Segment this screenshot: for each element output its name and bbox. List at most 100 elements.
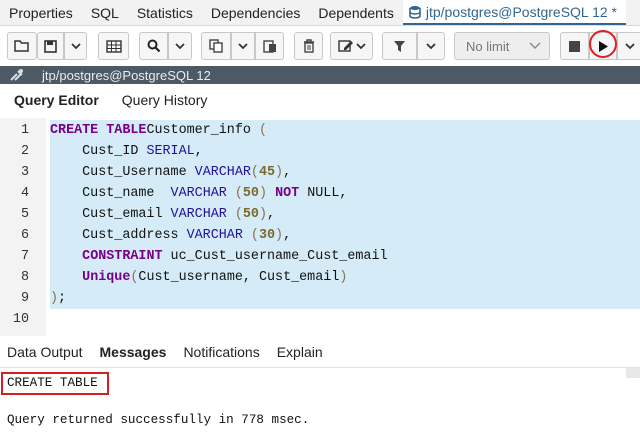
copy-dropdown-button[interactable] — [231, 32, 255, 60]
code-token: , — [283, 228, 292, 243]
code-token: ) — [275, 228, 284, 243]
connection-status-icon — [0, 66, 34, 84]
folder-open-icon — [14, 40, 29, 52]
save-button[interactable] — [37, 32, 64, 60]
code-token: 30 — [258, 228, 276, 243]
code-token: , — [194, 144, 203, 159]
tab-explain[interactable]: Explain — [270, 344, 333, 360]
filter-button[interactable] — [382, 32, 417, 60]
code-token: Customer_info — [146, 123, 259, 138]
line-number: 7 — [20, 249, 29, 264]
tab-query-history[interactable]: Query History — [108, 92, 217, 108]
connection-bar[interactable]: jtp/postgres@PostgreSQL 12 — [0, 66, 640, 84]
line-number: 9 — [20, 291, 29, 306]
find-button[interactable] — [139, 32, 168, 60]
stop-button[interactable] — [560, 32, 589, 60]
chevron-down-icon — [238, 42, 248, 49]
code-token: Cust_name — [50, 186, 171, 201]
filter-icon — [394, 40, 405, 52]
code-token: VARCHAR — [170, 207, 227, 222]
copy-button[interactable] — [201, 32, 231, 60]
code-line[interactable]: 7 CONSTRAINT uc_Cust_username_Cust_email — [0, 246, 640, 267]
code-token: ; — [58, 291, 67, 306]
execute-dropdown-button[interactable] — [617, 32, 640, 60]
message-status: Query returned successfully in 778 msec. — [7, 413, 310, 427]
chevron-down-icon — [175, 42, 185, 49]
code-token: ) — [50, 291, 59, 306]
tab-dependencies[interactable]: Dependencies — [202, 0, 310, 25]
code-line[interactable]: 8 Unique(Cust_username, Cust_email) — [0, 267, 640, 288]
code-line[interactable]: 1 CREATE TABLECustomer_info ( — [0, 120, 640, 141]
code-token: uc_Cust_username_Cust_email — [162, 249, 388, 264]
tab-messages[interactable]: Messages — [93, 344, 177, 360]
code-token: ( — [250, 228, 259, 243]
code-line[interactable]: 4 Cust_name VARCHAR (50) NOT NULL, — [0, 183, 640, 204]
open-file-button[interactable] — [7, 32, 37, 60]
panel-tab-bar: Properties SQL Statistics Dependencies D… — [0, 0, 640, 26]
code-text: CONSTRAINT uc_Cust_username_Cust_email — [50, 246, 640, 267]
code-token: VARCHAR — [186, 228, 243, 243]
code-line[interactable]: 3 Cust_Username VARCHAR(45), — [0, 162, 640, 183]
line-number: 2 — [20, 144, 29, 159]
row-limit-value: No limit — [466, 38, 510, 54]
edit-icon — [337, 40, 366, 52]
paste-icon — [262, 40, 276, 53]
row-limit-select[interactable]: No limit — [454, 32, 550, 60]
search-icon — [147, 39, 160, 53]
code-token: ( — [234, 186, 243, 201]
edit-menu-button[interactable] — [330, 32, 373, 60]
code-token: NULL, — [299, 186, 348, 201]
tab-label: Dependencies — [210, 4, 301, 21]
tab-label: Notifications — [183, 343, 260, 360]
line-number: 3 — [20, 165, 29, 180]
tab-notifications[interactable]: Notifications — [176, 344, 269, 360]
code-token: Unique — [82, 270, 131, 285]
tab-label: jtp/postgres@PostgreSQL 12 * — [425, 3, 618, 20]
chevron-down-icon — [529, 42, 541, 49]
line-number: 4 — [20, 186, 29, 201]
code-line[interactable]: 2 Cust_ID SERIAL, — [0, 141, 640, 162]
tab-label: Explain — [276, 343, 323, 360]
edit-grid-button[interactable] — [98, 32, 129, 60]
code-token: CONSTRAINT — [82, 249, 163, 264]
code-token: Cust_ID — [50, 144, 147, 159]
tab-properties[interactable]: Properties — [0, 0, 82, 25]
code-token: ) — [258, 207, 268, 222]
tab-label: Query Editor — [14, 92, 99, 108]
code-token: , — [267, 207, 276, 222]
tab-statistics[interactable]: Statistics — [128, 0, 202, 25]
code-token: VARCHAR — [194, 165, 251, 180]
code-token: Cust_username, Cust_email — [138, 270, 340, 285]
code-token: Cust_email — [50, 207, 171, 222]
code-token: NOT — [275, 186, 300, 201]
editor-tab-bar: Query Editor Query History — [0, 84, 640, 116]
tab-data-output[interactable]: Data Output — [0, 344, 93, 360]
code-text: ); — [50, 288, 640, 309]
tab-dependents[interactable]: Dependents — [309, 0, 403, 25]
find-dropdown-button[interactable] — [168, 32, 192, 60]
code-line[interactable]: 10 — [0, 309, 640, 330]
code-line[interactable]: 6 Cust_address VARCHAR (30), — [0, 225, 640, 246]
code-line[interactable]: 9); — [0, 288, 640, 309]
line-number: 10 — [12, 312, 29, 327]
tab-label: Messages — [99, 343, 167, 360]
tab-label: Data Output — [7, 343, 83, 360]
code-line[interactable]: 5 Cust_email VARCHAR (50), — [0, 204, 640, 225]
save-dropdown-button[interactable] — [64, 32, 87, 60]
tab-sql[interactable]: SQL — [82, 0, 128, 25]
stop-icon — [569, 40, 580, 52]
code-token: ) — [339, 270, 348, 285]
code-token: CREATE TABLE — [50, 123, 147, 138]
paste-button[interactable] — [255, 32, 284, 60]
tab-query-editor[interactable]: Query Editor — [0, 92, 108, 108]
sql-editor[interactable]: 1 CREATE TABLECustomer_info (2 Cust_ID SE… — [0, 118, 640, 336]
delete-button[interactable] — [294, 32, 323, 60]
filter-dropdown-button[interactable] — [417, 32, 445, 60]
tab-query-tool[interactable]: jtp/postgres@PostgreSQL 12 * — [402, 0, 627, 25]
code-token: ( — [250, 165, 259, 180]
code-text: Cust_email VARCHAR (50), — [50, 204, 640, 225]
save-icon — [44, 39, 57, 53]
